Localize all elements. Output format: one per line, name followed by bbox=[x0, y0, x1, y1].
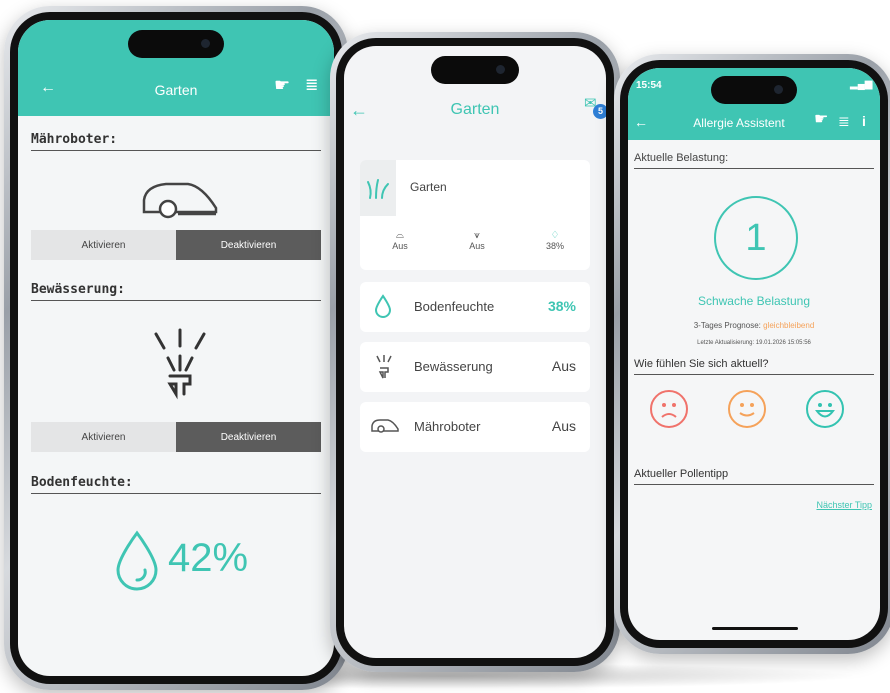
last-updated: Letzte Aktualisierung: 19.01.2026 15:05:… bbox=[697, 340, 811, 346]
droplet-icon bbox=[116, 530, 158, 591]
menu-icon[interactable]: ≣ bbox=[305, 78, 318, 94]
feeling-question: Wie fühlen Sie sich aktuell? bbox=[634, 358, 874, 375]
forecast-line: 3-Tages Prognose: gleichbleibend bbox=[628, 321, 880, 330]
load-level-value: 1 bbox=[745, 217, 767, 259]
sprinkler-icon bbox=[154, 328, 206, 400]
irrigation-activate-button[interactable]: Aktivieren bbox=[31, 422, 176, 452]
row-label: Bewässerung bbox=[414, 359, 493, 374]
phone-garden-overview: ← Garten ✉ 5 Garten ⌓ Aus ⩛ Aus ♢ 38% Bo… bbox=[330, 32, 620, 672]
irrigation-toggle: Aktivieren Deaktivieren bbox=[31, 422, 321, 452]
phone3-notch bbox=[711, 76, 797, 104]
garden-card-label: Garten bbox=[410, 180, 447, 194]
row-label: Bodenfeuchte bbox=[414, 299, 495, 314]
notification-badge: 5 bbox=[593, 104, 606, 119]
row-mower[interactable]: Mähroboter Aus bbox=[360, 402, 590, 452]
status-time: 15:54 bbox=[636, 80, 662, 91]
pollen-tip-title: Aktueller Pollentipp bbox=[634, 468, 874, 485]
mini-irrigation-value: Aus bbox=[469, 241, 485, 251]
row-value: Aus bbox=[551, 358, 576, 374]
grin-face-icon bbox=[815, 403, 835, 418]
mini-mower-status: ⌓ Aus bbox=[380, 230, 420, 251]
phone2-title: Garten bbox=[450, 101, 500, 118]
info-icon[interactable]: i bbox=[862, 113, 866, 129]
irrigation-section-title: Bewässerung: bbox=[31, 282, 321, 301]
droplet-icon bbox=[374, 294, 392, 318]
mower-toggle: Aktivieren Deaktivieren bbox=[31, 230, 321, 260]
phone2-screen: ← Garten ✉ 5 Garten ⌓ Aus ⩛ Aus ♢ 38% Bo… bbox=[344, 46, 606, 658]
moisture-section-title: Bodenfeuchte: bbox=[31, 475, 321, 494]
phone3-title: Allergie Assistent bbox=[693, 116, 785, 130]
row-soil-moisture[interactable]: Bodenfeuchte 38% bbox=[360, 282, 590, 332]
next-tip-link[interactable]: Nächster Tipp bbox=[816, 500, 872, 510]
forecast-label: 3-Tages Prognose: bbox=[693, 321, 761, 330]
droplet-small-icon: ♢ bbox=[550, 230, 560, 241]
mower-activate-button[interactable]: Aktivieren bbox=[31, 230, 176, 260]
mower-icon bbox=[371, 419, 399, 433]
mini-moisture-status: ♢ 38% bbox=[535, 230, 575, 251]
neutral-face-button[interactable] bbox=[728, 390, 766, 428]
current-load-title: Aktuelle Belastung: bbox=[634, 152, 874, 169]
phone3-screen: 15:54 ▂▄▆ ← Allergie Assistent ☛ ≣ i Akt… bbox=[628, 68, 880, 640]
garden-summary-card[interactable]: Garten ⌓ Aus ⩛ Aus ♢ 38% bbox=[360, 160, 590, 270]
hand-pointer-icon[interactable]: ☛ bbox=[814, 112, 828, 128]
mini-irrigation-status: ⩛ Aus bbox=[457, 230, 497, 251]
happy-face-button[interactable] bbox=[806, 390, 844, 428]
load-level-text: Schwache Belastung bbox=[697, 294, 811, 308]
phone-allergy-assistant: 15:54 ▂▄▆ ← Allergie Assistent ☛ ≣ i Akt… bbox=[614, 54, 890, 654]
forecast-value: gleichbleibend bbox=[763, 321, 815, 330]
irrigation-deactivate-button[interactable]: Deaktivieren bbox=[176, 422, 321, 452]
sprinkler-small-icon: ⩛ bbox=[474, 230, 480, 241]
moisture-value: 42% bbox=[168, 536, 249, 580]
mower-icon bbox=[142, 182, 218, 219]
mower-section-title: Mähroboter: bbox=[31, 132, 321, 151]
smile-face-icon bbox=[739, 403, 755, 417]
load-level-circle: 1 bbox=[714, 196, 798, 280]
mower-small-icon: ⌓ bbox=[396, 230, 404, 241]
hand-pointer-icon[interactable]: ☛ bbox=[274, 76, 290, 94]
mower-deactivate-button[interactable]: Deaktivieren bbox=[176, 230, 321, 260]
row-value: Aus bbox=[551, 418, 576, 434]
phone2-notch bbox=[431, 56, 519, 84]
back-arrow-icon[interactable]: ← bbox=[634, 114, 648, 130]
signal-icon: ▂▄▆ bbox=[850, 79, 873, 90]
row-value: 38% bbox=[547, 298, 576, 314]
phone1-notch bbox=[128, 30, 224, 58]
mini-moisture-value: 38% bbox=[545, 241, 564, 251]
sad-face-button[interactable] bbox=[650, 390, 688, 428]
row-label: Mähroboter bbox=[414, 419, 481, 434]
menu-icon[interactable]: ≣ bbox=[838, 113, 850, 129]
phone1-screen: ← Garten ☛ ≣ Mähroboter: Aktivieren Deak… bbox=[18, 20, 334, 676]
mini-mower-value: Aus bbox=[392, 241, 408, 251]
row-irrigation[interactable]: Bewässerung Aus bbox=[360, 342, 590, 392]
sprinkler-icon bbox=[376, 355, 392, 379]
home-indicator bbox=[712, 627, 798, 630]
phone-garden-controls: ← Garten ☛ ≣ Mähroboter: Aktivieren Deak… bbox=[4, 6, 348, 690]
grass-icon bbox=[360, 160, 396, 216]
sad-face-icon bbox=[661, 403, 677, 418]
